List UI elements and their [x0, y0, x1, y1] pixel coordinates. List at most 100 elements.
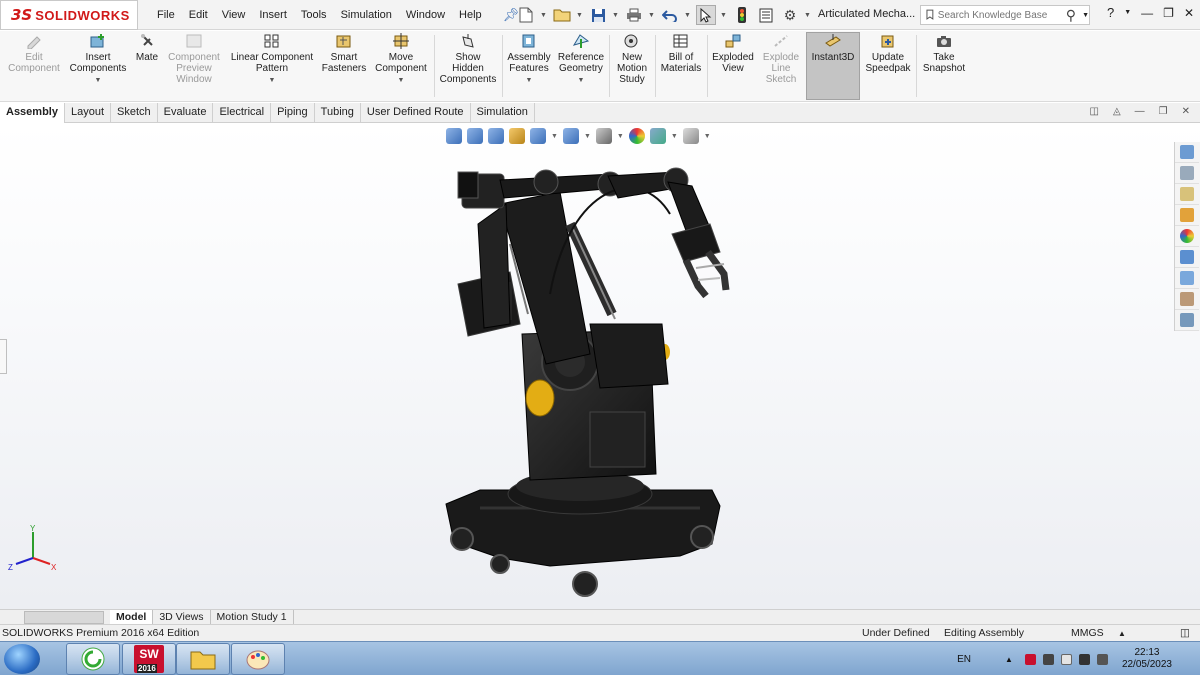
chevron-up-icon[interactable]: ▲	[1118, 629, 1126, 638]
search-icon[interactable]: ⚲	[1066, 7, 1076, 24]
search-input[interactable]	[937, 9, 1066, 21]
smart-fasteners-button[interactable]: Smart Fasteners	[320, 33, 368, 74]
minimize-icon[interactable]: —	[1135, 106, 1145, 117]
chevron-down-icon[interactable]: ▼	[551, 133, 558, 140]
custom-properties-icon[interactable]	[1175, 247, 1199, 268]
edit-appearance-icon[interactable]	[628, 128, 645, 144]
taskbar-app-green[interactable]	[66, 643, 120, 675]
chevron-down-icon[interactable]: ▼	[584, 133, 591, 140]
explode-line-button[interactable]: Explode Line Sketch	[758, 33, 804, 85]
taskbar-paint[interactable]	[231, 643, 285, 675]
chevron-down-icon[interactable]: ▼	[684, 12, 692, 19]
chevron-down-icon[interactable]: ▼	[704, 133, 711, 140]
feature-manager-toggle[interactable]	[0, 339, 7, 374]
view-orientation-icon[interactable]	[530, 128, 546, 144]
section-view-icon[interactable]	[509, 128, 525, 144]
search-box[interactable]: ⚲ ▼	[920, 5, 1090, 25]
antivirus-icon[interactable]	[1024, 653, 1036, 665]
solidworks-logo[interactable]: 3S SOLIDWORKS	[0, 0, 138, 30]
new-document-icon[interactable]	[516, 5, 536, 25]
show-hidden-button[interactable]: Show Hidden Components	[436, 33, 500, 85]
previous-view-icon[interactable]	[488, 128, 504, 144]
clock[interactable]: 22:13 22/05/2023	[1122, 647, 1172, 671]
menu-insert[interactable]: Insert	[252, 9, 294, 21]
component-preview-button[interactable]: Component Preview Window	[164, 33, 224, 85]
tab-layout[interactable]: Layout	[65, 103, 112, 123]
new-motion-study-button[interactable]: New Motion Study	[611, 33, 653, 85]
tab-evaluate[interactable]: Evaluate	[158, 103, 214, 123]
zoom-to-fit-icon[interactable]	[446, 128, 462, 144]
chevron-down-icon[interactable]: ▼	[1082, 12, 1089, 19]
design-library-icon[interactable]	[1175, 184, 1199, 205]
graphics-area[interactable]: ▼ ▼ ▼ ▼ ▼ Y X Z	[0, 124, 1200, 609]
tab-user-defined-route[interactable]: User Defined Route	[361, 103, 471, 123]
undo-icon[interactable]	[660, 5, 680, 25]
chevron-down-icon[interactable]: ▼	[617, 133, 624, 140]
tab-simulation[interactable]: Simulation	[471, 103, 535, 123]
tab-model[interactable]: Model	[110, 609, 154, 625]
save-icon[interactable]	[588, 5, 608, 25]
tab-scroll-controls[interactable]	[24, 610, 104, 624]
assembly-features-button[interactable]: Assembly Features ▼	[504, 33, 554, 86]
menu-help[interactable]: Help	[452, 9, 489, 21]
edit-component-button[interactable]: Edit Component	[4, 33, 64, 74]
view-palette-icon[interactable]	[1175, 310, 1199, 331]
view-settings-icon[interactable]	[682, 128, 699, 144]
chevron-down-icon[interactable]: ▼	[720, 12, 728, 19]
file-explorer-icon[interactable]	[1175, 205, 1199, 226]
status-help-icon[interactable]: ◫	[1180, 627, 1190, 639]
chevron-down-icon[interactable]: ▼	[576, 12, 584, 19]
open-folder-icon[interactable]	[552, 5, 572, 25]
traffic-light-icon[interactable]	[732, 5, 752, 25]
robot-arm-model[interactable]	[440, 164, 740, 609]
restore-icon[interactable]: ❐	[1163, 6, 1174, 20]
appearances-icon[interactable]	[1175, 226, 1199, 247]
split-right-icon[interactable]: ◬	[1113, 106, 1121, 117]
forum-icon[interactable]	[1175, 268, 1199, 289]
instant3d-button[interactable]: Instant3D	[806, 32, 860, 100]
tray-app-icon[interactable]	[1042, 653, 1054, 665]
network-icon[interactable]	[1078, 653, 1090, 665]
menu-edit[interactable]: Edit	[182, 9, 215, 21]
exploded-view-button[interactable]: Exploded View	[709, 33, 757, 74]
file-properties-icon[interactable]	[756, 5, 776, 25]
minimize-icon[interactable]: —	[1141, 6, 1153, 20]
restore-icon[interactable]: ❐	[1159, 106, 1168, 117]
tab-electrical[interactable]: Electrical	[213, 103, 272, 123]
tab-motion-study-1[interactable]: Motion Study 1	[211, 609, 294, 625]
bill-of-materials-button[interactable]: Bill of Materials	[657, 33, 705, 74]
chevron-down-icon[interactable]: ▼	[398, 75, 405, 86]
tab-piping[interactable]: Piping	[271, 103, 315, 123]
options-gear-icon[interactable]: ⚙	[780, 5, 800, 25]
flag-icon[interactable]	[1060, 653, 1072, 665]
close-icon[interactable]: ✕	[1182, 106, 1190, 117]
status-units[interactable]: MMGS	[1071, 627, 1104, 639]
print-icon[interactable]	[624, 5, 644, 25]
zoom-to-area-icon[interactable]	[467, 128, 483, 144]
mate-button[interactable]: Mate	[132, 33, 162, 63]
hide-show-items-icon[interactable]	[595, 128, 612, 144]
help-icon[interactable]: ?	[1107, 5, 1114, 20]
tab-sketch[interactable]: Sketch	[111, 103, 158, 123]
chevron-down-icon[interactable]: ▼	[269, 75, 276, 86]
chevron-down-icon[interactable]: ▼	[95, 75, 102, 86]
resources-icon[interactable]	[1175, 163, 1199, 184]
start-button[interactable]	[4, 644, 40, 674]
select-cursor-icon[interactable]	[696, 5, 716, 25]
chevron-down-icon[interactable]: ▼	[540, 12, 548, 19]
menu-file[interactable]: File	[150, 9, 182, 21]
menu-window[interactable]: Window	[399, 9, 452, 21]
chevron-down-icon[interactable]: ▼	[612, 12, 620, 19]
solidworks-forum-icon[interactable]	[1175, 289, 1199, 310]
taskbar-explorer[interactable]	[176, 643, 230, 675]
insert-components-button[interactable]: Insert Components ▼	[66, 33, 130, 86]
chevron-down-icon[interactable]: ▼	[526, 75, 533, 86]
tab-assembly[interactable]: Assembly	[0, 103, 65, 123]
update-speedpak-button[interactable]: Update Speedpak	[862, 33, 914, 74]
chevron-down-icon[interactable]: ▼	[804, 12, 812, 19]
linear-pattern-button[interactable]: Linear Component Pattern ▼	[226, 33, 318, 86]
apply-scene-icon[interactable]	[649, 128, 666, 144]
chevron-down-icon[interactable]: ▼	[1124, 9, 1131, 16]
menu-simulation[interactable]: Simulation	[334, 9, 399, 21]
display-style-icon[interactable]	[562, 128, 579, 144]
